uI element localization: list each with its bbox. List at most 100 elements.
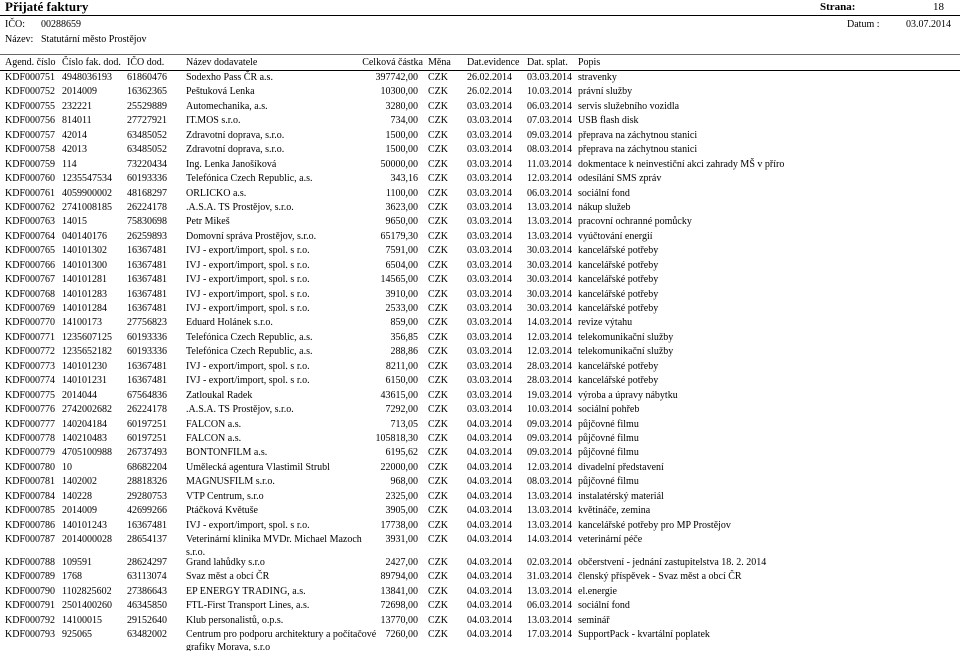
currency-cell: CZK	[428, 129, 448, 141]
column-header-invoice-number: Číslo fak. dod.	[62, 57, 121, 68]
supplier-ico-cell: 60197251	[127, 432, 167, 444]
description-cell: nákup služeb	[578, 201, 631, 213]
amount-cell: 89794,00	[380, 571, 419, 583]
agend-cell: KDF000767	[5, 274, 56, 286]
description-cell: výroba a úpravy nábytku	[578, 389, 678, 401]
currency-cell: CZK	[428, 461, 448, 473]
due-date-cell: 10.03.2014	[527, 404, 572, 416]
supplier-name-line: Peštuková Lenka	[186, 86, 255, 98]
agend-cell: KDF000751	[5, 72, 56, 83]
supplier-ico-cell: 63485052	[127, 129, 167, 141]
table-row: KDF000765 140101302 16367481 IVJ - export/i…	[0, 244, 960, 258]
currency-cell: CZK	[428, 158, 448, 170]
due-date-cell: 28.03.2014	[527, 360, 572, 372]
currency-cell: CZK	[428, 600, 448, 612]
invoice-number-cell: 1235652182	[62, 346, 112, 358]
supplier-ico-cell: 67564836	[127, 389, 167, 401]
currency-cell: CZK	[428, 216, 448, 228]
currency-cell: CZK	[428, 245, 448, 257]
description-cell: půjčovné filmu	[578, 476, 639, 488]
amount-cell: 859,00	[390, 317, 419, 329]
currency-cell: CZK	[428, 173, 448, 185]
supplier-name-line: Automechanika, a.s.	[186, 100, 268, 112]
supplier-ico-cell: 16367481	[127, 274, 167, 286]
supplier-name-line: IVJ - export/import, spol. s r.o.	[186, 375, 310, 387]
invoice-number-cell: 1235547534	[62, 173, 112, 185]
supplier-ico-cell: 16367481	[127, 288, 167, 300]
invoice-number-cell: 140101283	[62, 288, 107, 300]
record-date-cell: 03.03.2014	[467, 216, 512, 228]
currency-cell: CZK	[428, 418, 448, 430]
amount-cell: 288,86	[390, 346, 419, 358]
agend-cell: KDF000765	[5, 245, 56, 257]
supplier-ico-cell: 26224178	[127, 404, 167, 416]
supplier-name-line: .A.S.A. TS Prostějov, s.r.o.	[186, 201, 294, 213]
agend-cell: KDF000780	[5, 461, 56, 473]
supplier-name-cell: Veterinární klinika MVDr. Michael Mazoch…	[186, 533, 362, 558]
record-date-cell: 03.03.2014	[467, 129, 512, 141]
supplier-name-line: VTP Centrum, s.r.o	[186, 490, 264, 502]
currency-cell: CZK	[428, 187, 448, 199]
table-row: KDF000756 814011 27727921 IT.MOS s.r.o. 734,…	[0, 114, 960, 128]
invoice-number-cell: 140210483	[62, 432, 107, 444]
invoice-number-cell: 14015	[62, 216, 87, 228]
table-row: KDF000752 2014009 16362365 Peštuková Lenka 1…	[0, 85, 960, 99]
description-cell: občerstvení - jednání zastupitelstva 18.…	[578, 556, 767, 568]
amount-cell: 968,00	[390, 476, 419, 488]
description-cell: telekomunikační služby	[578, 346, 674, 358]
column-header-due-date: Dat. splat.	[527, 57, 568, 68]
supplier-ico-cell: 16367481	[127, 519, 167, 531]
record-date-cell: 04.03.2014	[467, 614, 512, 626]
currency-cell: CZK	[428, 274, 448, 286]
description-cell: květináče, zemina	[578, 505, 651, 517]
supplier-name-line: Telefónica Czech Republic, a.s.	[186, 346, 313, 358]
currency-cell: CZK	[428, 259, 448, 271]
description-cell: kancelářské potřeby	[578, 259, 659, 271]
invoice-number-cell: 42014	[62, 129, 87, 141]
due-date-cell: 06.03.2014	[527, 187, 572, 199]
supplier-name-cell: Petr Mikeš	[186, 215, 356, 229]
supplier-name-cell: ORLICKO a.s.	[186, 187, 356, 201]
column-header-currency: Měna	[428, 57, 451, 68]
description-cell: dokmentace k neinvestiční akci zahrady M…	[578, 158, 785, 170]
agend-cell: KDF000792	[5, 614, 56, 626]
column-header-agend: Agend. číslo	[5, 57, 56, 68]
invoice-number-cell: 2014044	[62, 389, 97, 401]
description-cell: kancelářské potřeby	[578, 288, 659, 300]
report-date: 03.07.2014	[906, 19, 951, 30]
description-cell: kancelářské potřeby	[578, 274, 659, 286]
agend-cell: KDF000769	[5, 303, 56, 314]
supplier-ico-cell: 61860476	[127, 72, 167, 83]
supplier-ico-cell: 60193336	[127, 346, 167, 358]
agend-cell: KDF000793	[5, 628, 56, 640]
description-cell: půjčovné filmu	[578, 432, 639, 444]
table-row: KDF000779 4705100988 26737493 BONTONFILM a.…	[0, 446, 960, 460]
description-cell: telekomunikační služby	[578, 331, 674, 343]
supplier-ico-cell: 73220434	[127, 158, 167, 170]
supplier-name-line: Zatloukal Radek	[186, 389, 253, 401]
invoice-number-cell: 14100173	[62, 317, 102, 329]
table-row: KDF000764 040140176 26259893 Domovní správa…	[0, 230, 960, 244]
supplier-name-cell: Automechanika, a.s.	[186, 100, 356, 114]
amount-cell: 2533,00	[385, 303, 419, 314]
record-date-cell: 04.03.2014	[467, 461, 512, 473]
amount-cell: 7591,00	[385, 245, 419, 257]
table-row: KDF000792 14100015 29152640 Klub personalis…	[0, 614, 960, 628]
due-date-cell: 08.03.2014	[527, 476, 572, 488]
supplier-name-cell: Zdravotní doprava, s.r.o.	[186, 129, 356, 143]
table-row: KDF000758 42013 63485052 Zdravotní doprava,…	[0, 143, 960, 157]
due-date-cell: 09.03.2014	[527, 432, 572, 444]
description-cell: kancelářské potřeby	[578, 375, 659, 387]
supplier-name-cell: Sodexho Pass ČR a.s.	[186, 71, 356, 85]
supplier-ico-cell: 60197251	[127, 418, 167, 430]
amount-cell: 9650,00	[385, 216, 419, 228]
supplier-name-line: ORLICKO a.s.	[186, 187, 247, 199]
table-row: KDF000789 1768 63113074 Svaz měst a obcí ČR…	[0, 570, 960, 584]
agend-cell: KDF000787	[5, 534, 56, 545]
table-row: KDF000757 42014 63485052 Zdravotní doprava,…	[0, 129, 960, 143]
supplier-name-cell: EP ENERGY TRADING, a.s.	[186, 585, 356, 599]
amount-cell: 734,00	[390, 115, 419, 127]
supplier-name-cell: Svaz měst a obcí ČR	[186, 570, 356, 584]
currency-cell: CZK	[428, 317, 448, 329]
record-date-cell: 04.03.2014	[467, 600, 512, 612]
